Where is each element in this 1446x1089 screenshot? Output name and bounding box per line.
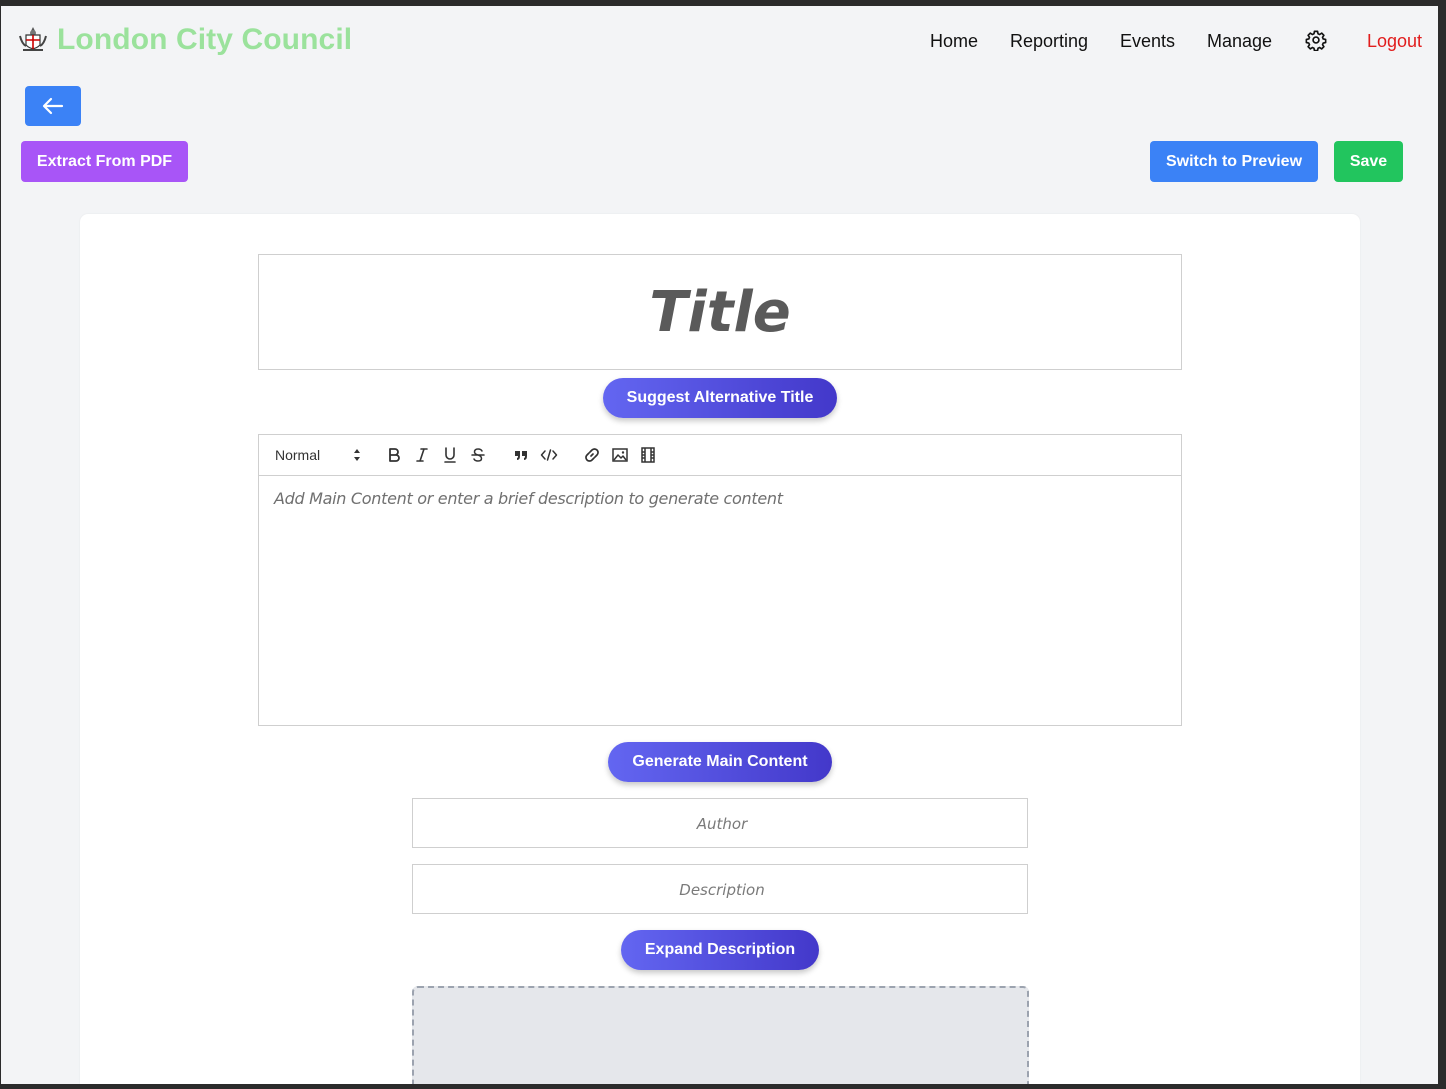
code-icon[interactable] — [540, 446, 558, 464]
underline-icon[interactable] — [441, 446, 459, 464]
image-dropzone[interactable] — [412, 986, 1029, 1084]
bold-icon[interactable] — [385, 446, 403, 464]
back-button[interactable] — [25, 86, 81, 126]
title-input[interactable] — [259, 278, 1181, 346]
nav-reporting[interactable]: Reporting — [1010, 30, 1088, 52]
author-input[interactable] — [413, 799, 1031, 849]
crest-logo — [17, 24, 49, 56]
video-icon[interactable] — [639, 446, 657, 464]
extract-pdf-button[interactable]: Extract From PDF — [21, 141, 188, 182]
link-icon[interactable] — [583, 446, 601, 464]
nav-home[interactable]: Home — [930, 30, 978, 52]
quote-icon[interactable] — [512, 446, 530, 464]
content-placeholder[interactable]: Add Main Content or enter a brief descri… — [274, 489, 783, 508]
window-frame — [1438, 0, 1446, 1089]
switch-preview-button[interactable]: Switch to Preview — [1150, 141, 1318, 182]
editor-toolbar: Normal — [259, 435, 1181, 476]
description-input[interactable] — [413, 865, 1031, 915]
format-select[interactable]: Normal — [275, 446, 361, 464]
suggest-title-button[interactable]: Suggest Alternative Title — [603, 378, 837, 418]
author-field-container — [412, 798, 1031, 849]
rich-text-editor: Normal Add Main Content or enter a brief… — [258, 434, 1182, 726]
save-button[interactable]: Save — [1334, 141, 1403, 182]
description-field-container — [412, 864, 1031, 915]
italic-icon[interactable] — [413, 446, 431, 464]
select-arrows-icon — [354, 449, 360, 461]
generate-content-button[interactable]: Generate Main Content — [608, 742, 832, 782]
expand-description-button[interactable]: Expand Description — [621, 930, 819, 970]
nav-manage[interactable]: Manage — [1207, 30, 1272, 52]
app-window: London City Council Home Reporting Event… — [1, 6, 1438, 1084]
strike-icon[interactable] — [469, 446, 487, 464]
title-field-container — [258, 254, 1182, 370]
arrow-left-icon — [42, 97, 64, 115]
format-select-value: Normal — [275, 447, 321, 463]
logout-link[interactable]: Logout — [1367, 30, 1422, 52]
brand-title[interactable]: London City Council — [57, 23, 352, 57]
gear-icon[interactable] — [1305, 29, 1327, 51]
image-icon[interactable] — [611, 446, 629, 464]
nav-events[interactable]: Events — [1120, 30, 1175, 52]
